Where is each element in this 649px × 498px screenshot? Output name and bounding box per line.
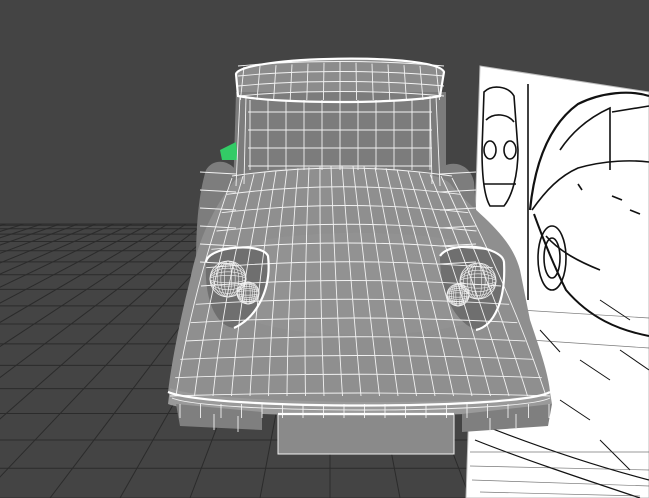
3d-viewport[interactable] (0, 0, 649, 498)
viewport-scene[interactable] (0, 0, 649, 498)
